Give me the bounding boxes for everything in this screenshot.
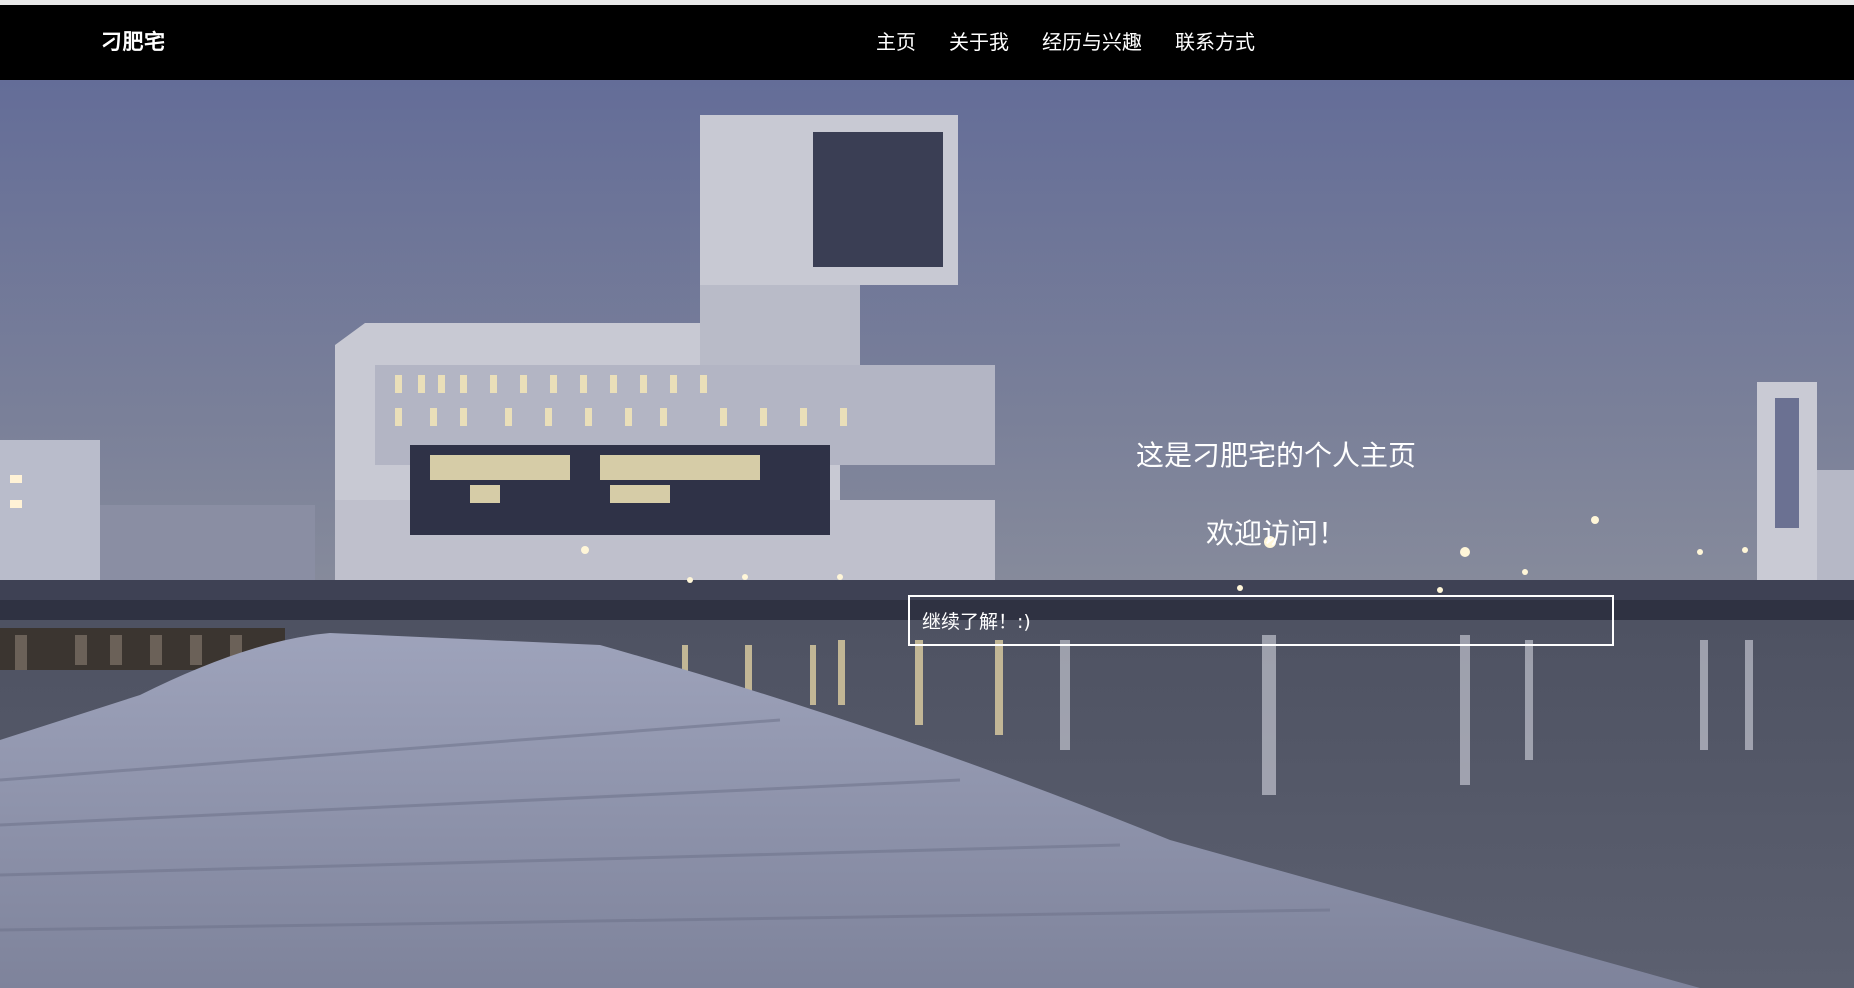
nav-home[interactable]: 主页 [876,5,916,80]
nav-experience[interactable]: 经历与兴趣 [1042,5,1142,80]
hero-background-image [0,80,1854,988]
nav-links: 主页 关于我 经历与兴趣 联系方式 [876,5,1288,80]
navbar: 刁肥宅 主页 关于我 经历与兴趣 联系方式 [0,5,1854,80]
continue-button[interactable]: 继续了解！:) [908,595,1614,646]
site-brand[interactable]: 刁肥宅 [101,5,166,80]
hero-title: 这是刁肥宅的个人主页 [1135,439,1416,472]
nav-about[interactable]: 关于我 [949,5,1009,80]
hero-subtitle: 欢迎访问！ [1205,517,1346,550]
nav-contact[interactable]: 联系方式 [1175,5,1255,80]
hero-section: 这是刁肥宅的个人主页 欢迎访问！ 继续了解！:) [0,80,1854,988]
